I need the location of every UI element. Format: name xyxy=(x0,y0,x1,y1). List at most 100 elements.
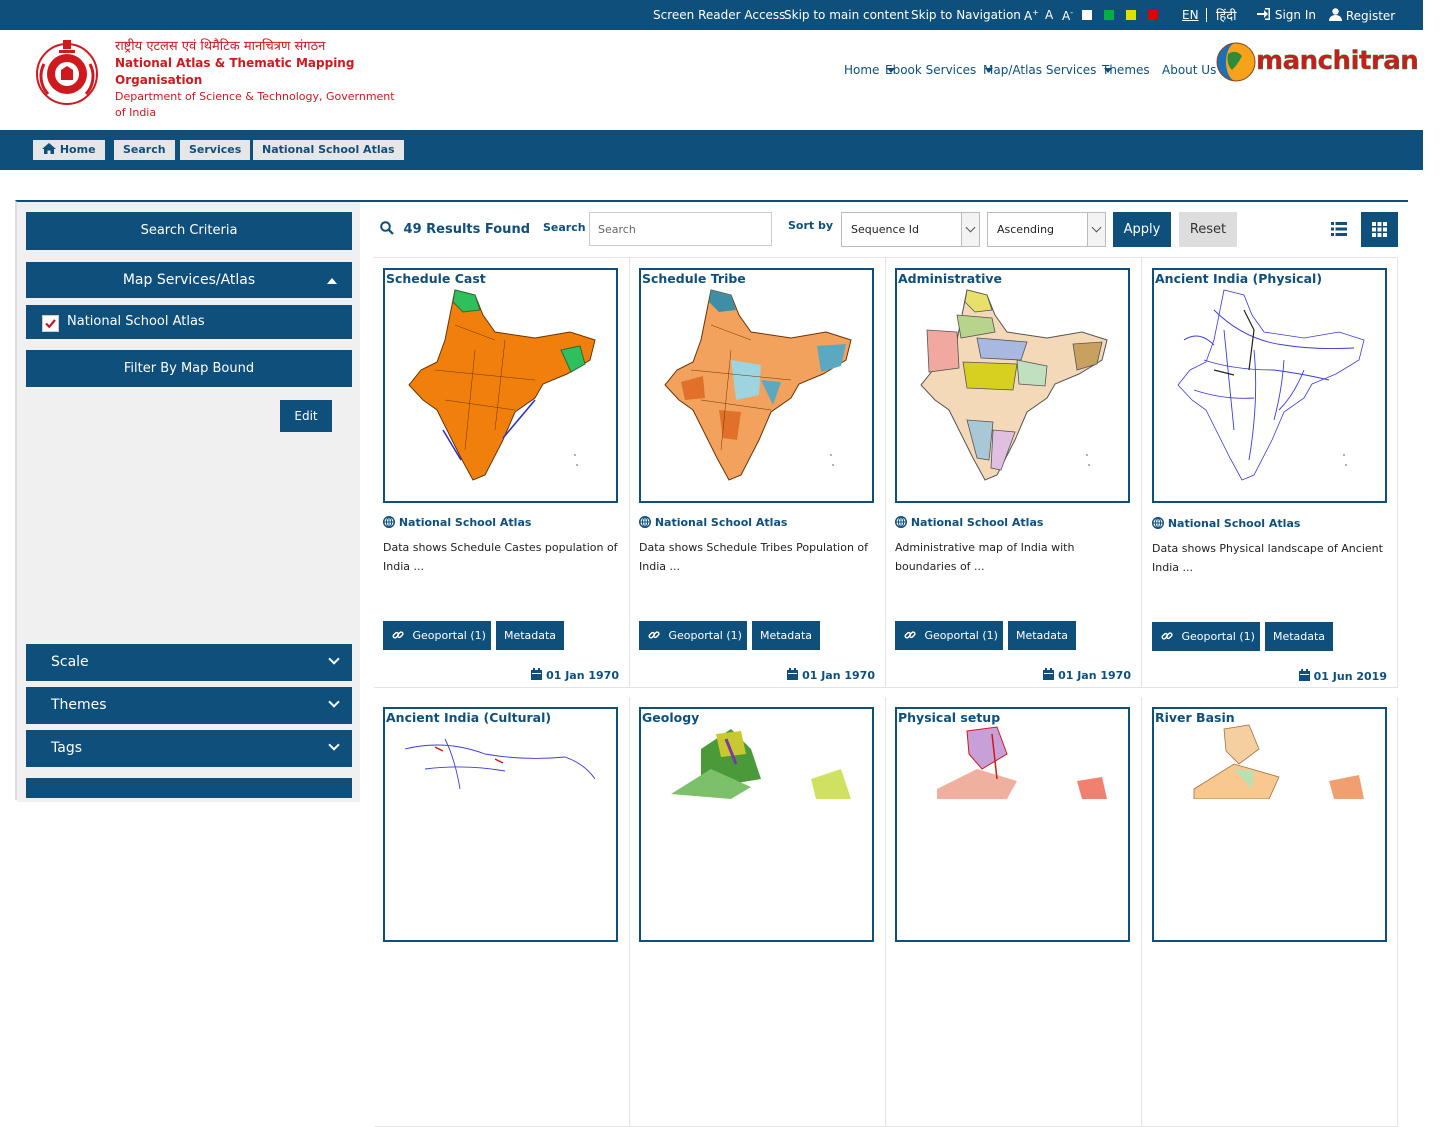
map-thumbnail[interactable]: Schedule Cast xyxy=(383,268,618,503)
nav-themes[interactable]: Themes xyxy=(1102,63,1150,77)
scale-accordion[interactable]: Scale xyxy=(26,644,352,681)
reset-button[interactable]: Reset xyxy=(1179,212,1237,247)
sort-order-select[interactable]: Ascending xyxy=(987,212,1106,247)
metadata-button[interactable]: Metadata xyxy=(1265,622,1333,651)
tags-accordion[interactable]: Tags xyxy=(26,730,352,767)
filter-national-school-atlas[interactable]: National School Atlas xyxy=(26,305,352,339)
register-link[interactable]: Register xyxy=(1329,8,1395,23)
card-category[interactable]: National School Atlas xyxy=(1151,516,1300,530)
font-decrease-button[interactable]: A- xyxy=(1062,8,1073,23)
grid-icon xyxy=(1372,222,1387,237)
geoportal-button[interactable]: Geoportal (1) xyxy=(1152,622,1260,651)
search-label: Search xyxy=(543,221,586,234)
themes-accordion[interactable]: Themes xyxy=(26,687,352,724)
map-thumbnail[interactable]: Schedule Tribe xyxy=(639,268,874,503)
card-title[interactable]: Physical setup xyxy=(898,710,1001,725)
card-title[interactable]: Ancient India (Cultural) xyxy=(386,710,552,725)
card-title[interactable]: Ancient India (Physical) xyxy=(1155,271,1323,286)
sort-label: Sort by xyxy=(788,219,834,232)
signin-icon xyxy=(1257,8,1270,20)
user-icon xyxy=(1329,8,1342,21)
skip-main-link[interactable]: Skip to main content xyxy=(784,8,909,22)
globe-icon xyxy=(1151,516,1165,530)
breadcrumb-services[interactable]: Services xyxy=(180,140,251,160)
search-criteria-header: Search Criteria xyxy=(26,212,352,250)
skip-nav-link[interactable]: Skip to Navigation xyxy=(911,8,1021,22)
sort-field-select[interactable]: Sequence Id xyxy=(841,212,980,247)
map-services-accordion[interactable]: Map Services/Atlas xyxy=(26,262,352,298)
font-normal-button[interactable]: A xyxy=(1045,8,1053,22)
register-label: Register xyxy=(1345,9,1396,23)
globe-icon xyxy=(382,515,396,529)
calendar-icon xyxy=(787,668,799,680)
metadata-button[interactable]: Metadata xyxy=(1008,621,1076,650)
map-services-label: Map Services/Atlas xyxy=(122,272,256,288)
chevron-down-icon xyxy=(328,653,340,665)
metadata-button[interactable]: Metadata xyxy=(496,621,564,650)
india-map-icon xyxy=(920,289,1108,481)
metadata-button[interactable]: Metadata xyxy=(752,621,820,650)
geoportal-label: Geoportal (1) xyxy=(668,629,742,642)
nav-themes-label: Themes xyxy=(1102,63,1150,77)
results-count: 49 Results Found xyxy=(380,221,530,237)
tags-label: Tags xyxy=(51,740,82,756)
geoportal-button[interactable]: Geoportal (1) xyxy=(895,621,1003,650)
site-header: राष्ट्रीय एटलस एवं थिमैटिक मानचित्रण संग… xyxy=(0,30,1423,130)
sort-field-value: Sequence Id xyxy=(851,223,919,236)
card-date: 01 Jan 1970 xyxy=(787,668,875,682)
map-thumbnail[interactable]: Geology xyxy=(639,707,874,942)
nav-home[interactable]: Home xyxy=(844,63,879,77)
card-category[interactable]: National School Atlas xyxy=(638,515,788,529)
calendar-icon xyxy=(1043,668,1055,680)
nav-ebook-services[interactable]: Ebook Services xyxy=(885,63,976,77)
breadcrumb-search[interactable]: Search xyxy=(114,140,175,160)
nav-ebook-label: Ebook Services xyxy=(885,63,977,77)
org-title-english: National Atlas & Thematic Mapping Organi… xyxy=(115,56,355,87)
geoportal-button[interactable]: Geoportal (1) xyxy=(383,621,491,650)
card-title[interactable]: Geology xyxy=(642,710,700,725)
chevron-down-icon xyxy=(328,696,340,708)
map-thumbnail[interactable]: River Basin xyxy=(1152,707,1387,942)
card-title[interactable]: Schedule Cast xyxy=(386,271,486,286)
map-thumbnail[interactable]: Ancient India (Physical) xyxy=(1152,268,1387,503)
geoportal-label: Geoportal (1) xyxy=(412,629,486,642)
lang-hindi-link[interactable]: हिंदी xyxy=(1216,6,1237,24)
geoportal-button[interactable]: Geoportal (1) xyxy=(639,621,747,650)
results-count-label: 49 Results Found xyxy=(403,222,531,237)
calendar-icon xyxy=(1298,669,1310,681)
map-thumbnail[interactable]: Physical setup xyxy=(895,707,1130,942)
card-title[interactable]: Schedule Tribe xyxy=(642,271,746,286)
contrast-green-swatch[interactable] xyxy=(1104,10,1114,20)
apply-button[interactable]: Apply xyxy=(1113,212,1171,247)
card-category[interactable]: National School Atlas xyxy=(382,515,531,529)
lang-divider xyxy=(1206,8,1207,22)
natmo-emblem-icon[interactable] xyxy=(34,36,100,106)
card-category[interactable]: National School Atlas xyxy=(894,515,1043,529)
edit-map-bound-button[interactable]: Edit xyxy=(280,400,332,432)
checkbox[interactable] xyxy=(42,315,59,332)
card-date-label: 01 Jan 1970 xyxy=(546,669,619,682)
contrast-white-swatch[interactable] xyxy=(1082,10,1092,20)
card-category-label: National School Atlas xyxy=(654,516,788,529)
manchitran-logo[interactable]: manchitran xyxy=(1214,40,1419,84)
card-title[interactable]: Administrative xyxy=(898,271,1003,286)
nav-map-atlas-services[interactable]: Map/Atlas Services xyxy=(983,63,1096,77)
signin-link[interactable]: Sign In xyxy=(1257,8,1316,22)
map-thumbnail[interactable]: Administrative xyxy=(895,268,1130,503)
contrast-yellow-swatch[interactable] xyxy=(1126,10,1136,20)
map-thumbnail[interactable]: Ancient India (Cultural) xyxy=(383,707,618,942)
list-view-button[interactable] xyxy=(1320,212,1357,247)
globe-icon xyxy=(1216,42,1256,82)
scale-label: Scale xyxy=(51,654,89,670)
lang-en-link[interactable]: EN xyxy=(1182,8,1199,22)
breadcrumb-home[interactable]: Home xyxy=(33,140,105,160)
contrast-red-swatch[interactable] xyxy=(1148,10,1158,20)
grid-view-button[interactable] xyxy=(1361,212,1398,247)
search-input[interactable] xyxy=(589,212,772,246)
nav-about-us[interactable]: About Us xyxy=(1162,63,1216,77)
font-decrease-sup: - xyxy=(1070,8,1074,17)
card-title[interactable]: River Basin xyxy=(1155,710,1235,725)
screen-reader-link[interactable]: Screen Reader Access xyxy=(653,8,785,22)
more-accordion[interactable] xyxy=(26,778,352,798)
font-increase-button[interactable]: A+ xyxy=(1024,8,1039,23)
